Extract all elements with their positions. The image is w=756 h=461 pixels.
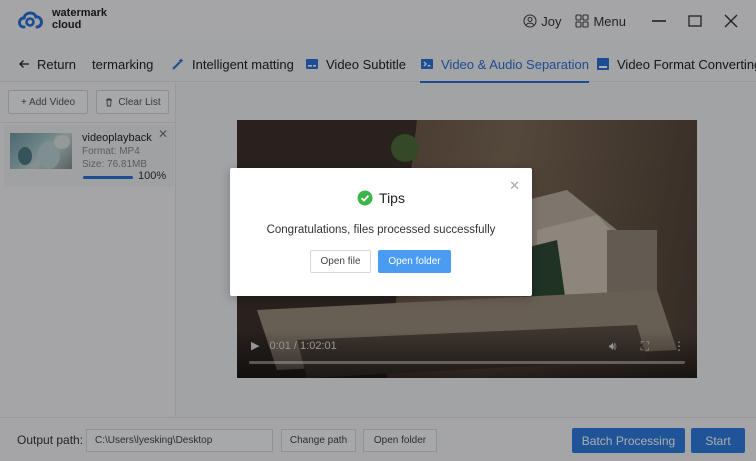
open-file-button[interactable]: Open file	[310, 250, 371, 273]
dialog-title: Tips	[379, 190, 405, 206]
dialog-open-folder-button[interactable]: Open folder	[378, 250, 451, 273]
success-check-icon	[357, 190, 373, 206]
dialog-message: Congratulations, files processed success…	[266, 224, 496, 236]
tips-dialog: ✕ Tips Congratulations, files processed …	[230, 168, 532, 296]
